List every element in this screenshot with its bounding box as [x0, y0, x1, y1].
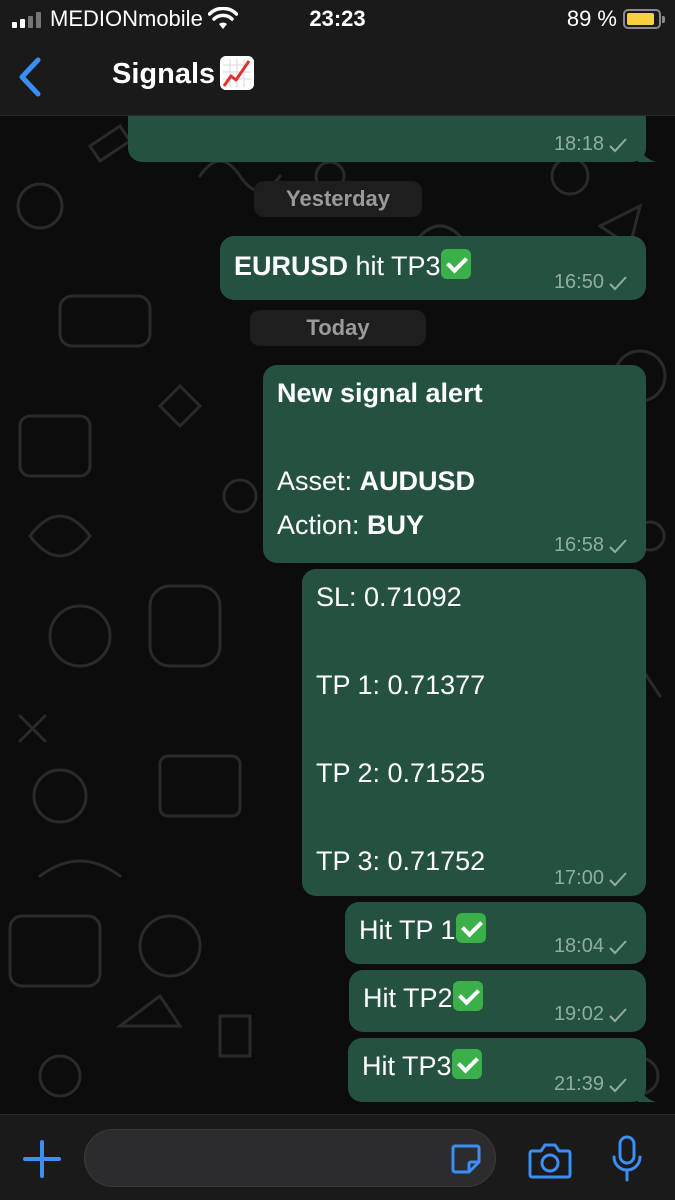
- check-mark-emoji-icon: [451, 1049, 482, 1079]
- chat-title[interactable]: Signals: [112, 58, 215, 91]
- action-value: BUY: [367, 510, 425, 540]
- plus-icon[interactable]: [22, 1139, 62, 1179]
- message-body: Hit TP3: [362, 1051, 452, 1081]
- message-bubble[interactable]: Hit TP 1 18:04: [345, 902, 646, 964]
- message-bubble[interactable]: New signal alert Asset: AUDUSD Action: B…: [263, 365, 646, 563]
- take-profit-1-line: TP 1: 0.71377: [316, 670, 486, 700]
- message-time: 16:58: [553, 534, 604, 556]
- message-time: 16:50: [553, 271, 604, 293]
- message-heading: New signal alert: [277, 378, 483, 408]
- chat-header: Signals: [0, 40, 675, 116]
- message-meta: 19:02: [554, 1003, 628, 1026]
- message-text: Hit TP2: [363, 976, 483, 1020]
- date-divider-today: Today: [250, 310, 426, 346]
- sticker-icon[interactable]: [449, 1142, 483, 1176]
- chart-increasing-icon: [220, 56, 254, 90]
- camera-icon[interactable]: [528, 1141, 572, 1179]
- sent-check-icon: [609, 538, 627, 553]
- message-bubble[interactable]: SL: 0.71092 TP 1: 0.71377 TP 2: 0.71525 …: [302, 569, 646, 896]
- date-divider-yesterday: Yesterday: [254, 181, 422, 217]
- message-bubble[interactable]: EURUSD hit TP3 16:50: [220, 236, 646, 300]
- message-list[interactable]: 18:18 Yesterday EURUSD hit TP3 16:50 Tod…: [0, 116, 675, 1114]
- action-line: Action: BUY: [277, 503, 424, 547]
- message-bubble[interactable]: Hit TP2 19:02: [349, 970, 646, 1032]
- bubble-tail: [638, 1084, 656, 1102]
- chevron-left-icon[interactable]: [10, 52, 50, 102]
- message-time: 18:04: [553, 935, 604, 957]
- sent-check-icon: [609, 939, 627, 954]
- message-input[interactable]: [105, 1140, 445, 1176]
- message-bubble[interactable]: Hit TP3 21:39: [348, 1038, 656, 1102]
- battery-percent: 89 %: [566, 6, 617, 31]
- message-time: 18:18: [553, 133, 604, 155]
- message-time: 21:39: [553, 1073, 604, 1095]
- bubble-tail: [638, 144, 656, 162]
- battery-icon: [623, 9, 665, 29]
- status-bar: MEDIONmobile 23:23 89 %: [0, 0, 675, 40]
- message-text: Hit TP 1: [359, 908, 486, 952]
- sent-check-icon: [609, 1007, 627, 1022]
- message-body: Hit TP2: [363, 983, 453, 1013]
- asset-line: Asset: AUDUSD: [277, 459, 475, 503]
- message-input-container[interactable]: [84, 1129, 496, 1187]
- message-time: 19:02: [553, 1003, 604, 1025]
- sent-check-icon: [609, 275, 627, 290]
- take-profit-2-line: TP 2: 0.71525: [316, 758, 486, 788]
- sent-check-icon: [609, 137, 627, 152]
- message-text: EURUSD hit TP3: [234, 244, 471, 288]
- microphone-icon[interactable]: [610, 1135, 644, 1183]
- message-meta: 18:18: [554, 133, 628, 156]
- asset-name: EURUSD: [234, 251, 349, 281]
- check-mark-emoji-icon: [455, 913, 486, 943]
- asset-value: AUDUSD: [359, 466, 476, 496]
- message-body: Hit TP 1: [359, 915, 456, 945]
- check-mark-emoji-icon: [440, 249, 471, 279]
- message-meta: 18:04: [554, 935, 628, 958]
- message-bubble[interactable]: 18:18: [128, 116, 656, 162]
- message-text: Hit TP3: [362, 1044, 482, 1088]
- message-meta: 16:58: [554, 534, 628, 557]
- message-meta: 16:50: [554, 271, 628, 294]
- message-body: hit TP3: [348, 251, 441, 281]
- sent-check-icon: [609, 1077, 627, 1092]
- take-profit-3-line: TP 3: 0.71752: [316, 846, 486, 876]
- sent-check-icon: [609, 871, 627, 886]
- check-mark-emoji-icon: [452, 981, 483, 1011]
- stop-loss-line: SL: 0.71092: [316, 582, 462, 612]
- message-time: 17:00: [553, 867, 604, 889]
- asset-label: Asset:: [277, 466, 360, 496]
- message-meta: 17:00: [554, 867, 628, 890]
- message-meta: 21:39: [554, 1073, 628, 1096]
- composer-bar: [0, 1114, 675, 1200]
- action-label: Action:: [277, 510, 368, 540]
